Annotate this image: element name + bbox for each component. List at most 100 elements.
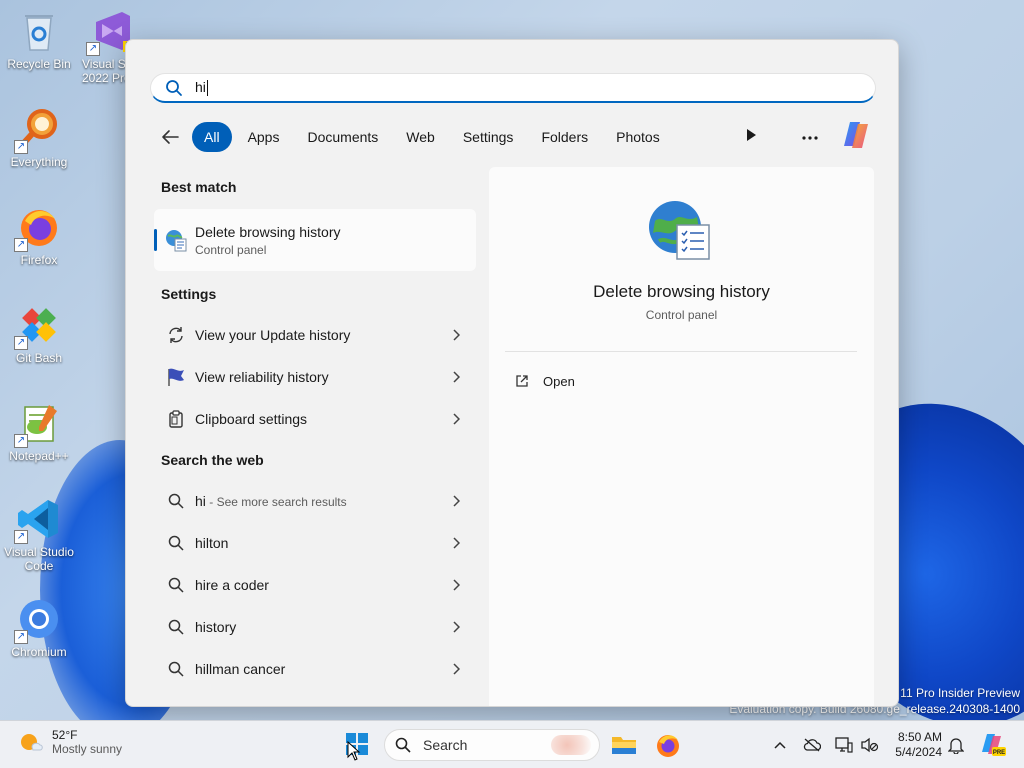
preview-title: Delete browsing history (593, 282, 770, 301)
chevron-right-icon (444, 371, 468, 383)
sync-icon (162, 326, 190, 344)
flag-icon (162, 367, 190, 387)
notepad-plus-plus-icon: ↗ (14, 400, 62, 448)
best-match-heading: Best match (161, 179, 237, 195)
desktop-icon-label: Everything (10, 155, 68, 169)
network-button[interactable] (832, 733, 856, 757)
back-arrow-icon (162, 130, 179, 144)
best-match-item[interactable]: Delete browsing history Control panel (154, 209, 476, 271)
shortcut-arrow-icon: ↗ (14, 630, 28, 644)
chevron-right-icon (444, 495, 468, 507)
filter-apps[interactable]: Apps (236, 122, 292, 152)
cloud-sync-button[interactable] (800, 733, 824, 757)
sun-icon (21, 734, 43, 751)
system-clock[interactable]: 8:50 AM 5/4/2024 (888, 730, 942, 760)
filter-settings[interactable]: Settings (451, 122, 526, 152)
filter-documents[interactable]: Documents (295, 122, 390, 152)
web-result-hi[interactable]: hi - See more search results (154, 481, 476, 521)
search-input[interactable]: hi (150, 73, 876, 103)
settings-result-reliability-history[interactable]: View reliability history (154, 357, 476, 397)
desktop-icon-recycle-bin[interactable]: Recycle Bin (0, 8, 78, 71)
desktop-icon-git-bash[interactable]: ↗ Git Bash (0, 302, 78, 365)
web-result-hire-a-coder[interactable]: hire a coder (154, 565, 476, 605)
weather-widget[interactable]: 52°F Mostly sunny (18, 728, 122, 756)
web-result-hilton[interactable]: hilton (154, 523, 476, 563)
taskbar-search-label: Search (423, 737, 468, 753)
start-button[interactable] (340, 727, 374, 761)
result-label: hillman cancer (195, 661, 286, 677)
desktop-icon-everything[interactable]: ↗ Everything (0, 106, 78, 169)
bell-icon (948, 738, 964, 754)
search-panel: hi All Apps Documents Web Settings Folde… (125, 39, 899, 707)
search-icon (162, 619, 190, 635)
open-external-icon (516, 375, 528, 387)
open-action[interactable]: Open (515, 367, 575, 395)
desktop-icon-label: Chromium (11, 645, 67, 659)
shortcut-arrow-icon: ↗ (14, 530, 28, 544)
firefox-icon: ↗ (14, 204, 62, 252)
filter-all[interactable]: All (192, 122, 232, 152)
file-explorer-button[interactable] (608, 729, 640, 761)
best-match-title: Delete browsing history (195, 223, 341, 240)
desktop-icon-label: Visual St 2022 Pre (82, 57, 131, 85)
mouse-cursor-icon (347, 741, 361, 761)
result-label: View reliability history (195, 369, 329, 385)
show-hidden-icons-button[interactable] (768, 733, 792, 757)
result-label: history (195, 619, 237, 635)
search-icon (162, 535, 190, 551)
copilot-icon (844, 121, 868, 148)
weather-temperature: 52°F (52, 728, 78, 742)
more-options-button[interactable] (802, 128, 818, 146)
filter-folders[interactable]: Folders (529, 122, 600, 152)
notifications-button[interactable] (944, 733, 968, 757)
preview-pane: Delete browsing history Control panel Op… (489, 167, 874, 706)
filter-photos[interactable]: Photos (604, 122, 672, 152)
copilot-button[interactable] (840, 120, 872, 155)
cloud-off-icon (803, 738, 821, 752)
chevron-up-icon (774, 741, 786, 749)
play-arrow-icon (747, 128, 756, 141)
search-icon (395, 737, 411, 753)
result-label: Clipboard settings (195, 411, 308, 427)
globe-checklist-icon (647, 197, 713, 268)
clock-date: 5/4/2024 (895, 745, 942, 759)
desktop-icon-label: Visual Studio Code (4, 545, 74, 573)
search-icon (162, 661, 190, 677)
desktop-icon-label: Git Bash (15, 351, 63, 365)
search-web-heading: Search the web (161, 452, 264, 468)
chevron-right-icon (444, 329, 468, 341)
desktop-icon-notepad-plus-plus[interactable]: ↗ Notepad++ (0, 400, 78, 463)
divider (505, 351, 857, 352)
web-result-hillman-cancer[interactable]: hillman cancer (154, 649, 476, 689)
everything-search-icon: ↗ (14, 106, 62, 154)
chevron-right-icon (444, 579, 468, 591)
desktop-icon-chromium[interactable]: ↗ Chromium (0, 596, 78, 659)
filter-bar: All Apps Documents Web Settings Folders … (156, 121, 872, 153)
desktop-icon-label: Firefox (20, 253, 58, 267)
desktop-icon-label: Notepad++ (9, 449, 69, 463)
filter-web[interactable]: Web (394, 122, 447, 152)
shortcut-arrow-icon: ↗ (14, 140, 28, 154)
more-filters-button[interactable] (744, 128, 758, 147)
web-result-history[interactable]: history (154, 607, 476, 647)
clock-time: 8:50 AM (897, 730, 942, 744)
desktop-icon-firefox[interactable]: ↗ Firefox (0, 204, 78, 267)
shortcut-arrow-icon: ↗ (86, 42, 100, 56)
back-button[interactable] (156, 123, 184, 151)
clipboard-icon (162, 410, 190, 428)
desktop-icon-vs-code[interactable]: ↗ Visual Studio Code (0, 496, 78, 573)
firefox-taskbar-button[interactable] (652, 729, 684, 761)
ellipsis-icon (802, 136, 818, 140)
desktop-icon-label: Recycle Bin (7, 57, 71, 71)
taskbar: 52°F Mostly sunny Search 8:50 AM 5/4/202… (0, 720, 1024, 768)
copilot-taskbar-button[interactable]: PRE (980, 731, 1008, 759)
settings-result-clipboard[interactable]: Clipboard settings (154, 399, 476, 439)
shortcut-arrow-icon: ↗ (14, 434, 28, 448)
svg-text:PRE: PRE (993, 750, 1005, 756)
settings-result-update-history[interactable]: View your Update history (154, 315, 476, 355)
selection-indicator (154, 229, 157, 251)
result-label: hire a coder (195, 577, 269, 593)
volume-button[interactable] (858, 733, 882, 757)
vs-code-icon: ↗ (14, 496, 62, 544)
taskbar-search[interactable]: Search (384, 729, 600, 761)
